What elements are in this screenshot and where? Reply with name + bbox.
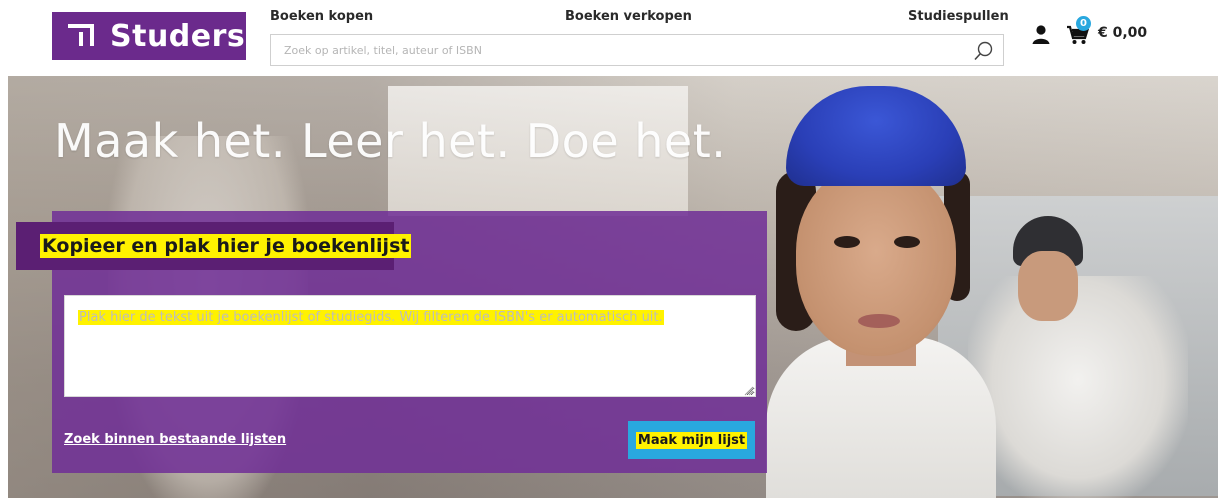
resize-handle-icon[interactable] (742, 383, 754, 396)
search-input[interactable] (271, 35, 971, 65)
cart-count-badge: 0 (1076, 16, 1091, 31)
make-my-list-button[interactable]: Maak mijn lijst (628, 421, 755, 459)
hero-background-chef-face (1018, 251, 1078, 321)
nav-study-supplies[interactable]: Studiespullen (908, 9, 1009, 24)
logo-text: Studers (110, 18, 246, 54)
search-icon[interactable] (973, 40, 995, 62)
hero-background-chef-right (968, 276, 1188, 498)
chef-hat (786, 86, 966, 186)
booklist-heading: Kopieer en plak hier je boekenlijst (16, 222, 412, 270)
hero-title: Maak het. Leer het. Doe het. (54, 114, 727, 168)
user-icon[interactable] (1032, 24, 1050, 44)
booklist-heading-text: Kopieer en plak hier je boekenlijst (40, 234, 412, 258)
make-my-list-label: Maak mijn lijst (635, 431, 748, 449)
search-bar (270, 34, 1004, 66)
hero-chef-photo (766, 86, 996, 498)
logo[interactable]: Studers (52, 12, 246, 60)
cart-icon: 0 (1066, 16, 1092, 46)
site-header: Studers Boeken kopen Boeken verkopen Stu… (0, 0, 1218, 74)
cart-button[interactable]: 0 € 0,00 (1066, 16, 1148, 48)
booklist-textarea[interactable] (64, 295, 756, 397)
logo-mark-icon (66, 23, 96, 49)
nav-buy-books[interactable]: Boeken kopen (270, 9, 373, 24)
nav-sell-books[interactable]: Boeken verkopen (565, 9, 692, 24)
cart-total: € 0,00 (1098, 25, 1148, 41)
search-existing-lists-link[interactable]: Zoek binnen bestaande lijsten (64, 432, 286, 447)
